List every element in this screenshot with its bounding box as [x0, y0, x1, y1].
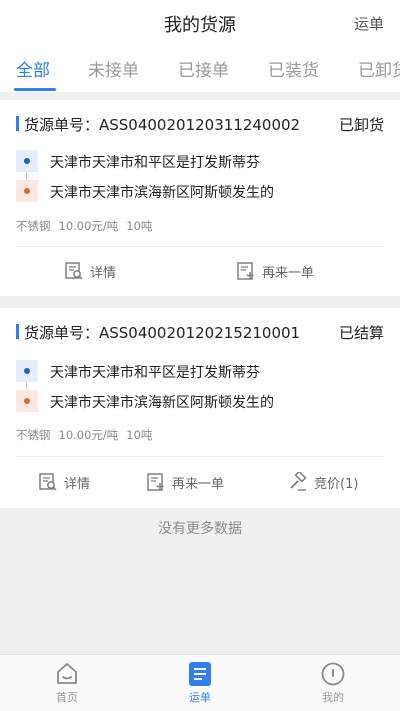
status-badge: 已结算: [338, 324, 384, 342]
route: 天津市天津市和平区是打发斯蒂芬 天津市天津市滨海新区阿斯顿发生的: [16, 360, 384, 420]
accent-bar: [16, 116, 19, 131]
order-card[interactable]: 货源单号：ASS040020120215210001 已结算 天津市天津市和平区…: [0, 308, 400, 508]
profile-icon: [321, 662, 345, 686]
gavel-icon: [290, 472, 307, 491]
divider: [16, 246, 384, 247]
tab-loaded[interactable]: 已装货: [268, 56, 319, 81]
origin-marker-icon: [16, 360, 38, 382]
reorder-label: 再来一单: [172, 476, 225, 492]
cargo-info: 不锈钢 10.00元/吨 10吨: [16, 218, 160, 234]
detail-icon: [65, 262, 83, 280]
order-number: 货源单号：ASS040020120311240002: [24, 116, 301, 134]
unit-price: 10.00元/吨: [58, 428, 119, 442]
reorder-label: 再来一单: [262, 265, 315, 281]
reorder-icon: [147, 473, 164, 491]
destination-address: 天津市天津市滨海新区阿斯顿发生的: [50, 185, 274, 201]
status-badge: 已卸货: [338, 116, 384, 134]
origin-address: 天津市天津市和平区是打发斯蒂芬: [50, 365, 260, 381]
bottom-tab-bar: 首页 运单 我的: [0, 654, 400, 711]
no-more-data-text: 没有更多数据: [158, 521, 242, 537]
destination-marker-icon: [16, 180, 38, 202]
nav-header: 我的货源 运单: [0, 0, 400, 46]
tabbar-label-waybill: 运单: [189, 691, 211, 704]
order-card[interactable]: 货源单号：ASS040020120311240002 已卸货 天津市天津市和平区…: [0, 100, 400, 296]
tabbar-item-profile[interactable]: 我的: [303, 661, 363, 705]
goods-type: 不锈钢: [16, 219, 51, 233]
waybill-link[interactable]: 运单: [354, 13, 384, 34]
tabbar-label-profile: 我的: [322, 691, 344, 704]
order-number: 货源单号：ASS040020120215210001: [24, 324, 301, 342]
reorder-icon: [237, 262, 254, 280]
tab-not-accepted[interactable]: 未接单: [88, 56, 139, 81]
detail-icon: [39, 473, 57, 491]
route: 天津市天津市和平区是打发斯蒂芬 天津市天津市滨海新区阿斯顿发生的: [16, 150, 384, 210]
tabbar-item-waybill[interactable]: 运单: [170, 661, 230, 705]
status-tabs: 全部 未接单 已接单 已装货 已卸货: [0, 46, 400, 92]
route-connector: [26, 172, 27, 180]
cargo-weight: 10吨: [126, 428, 153, 442]
page-title: 我的货源: [164, 15, 236, 36]
tab-unloaded[interactable]: 已卸货: [358, 56, 400, 81]
detail-button[interactable]: 详情: [38, 472, 90, 492]
divider: [16, 456, 384, 457]
detail-label: 详情: [90, 265, 117, 281]
destination-address: 天津市天津市滨海新区阿斯顿发生的: [50, 395, 274, 411]
bid-button[interactable]: 竞价(1): [288, 472, 358, 492]
origin-address: 天津市天津市和平区是打发斯蒂芬: [50, 155, 260, 171]
detail-button[interactable]: 详情: [64, 261, 116, 281]
tabbar-label-home: 首页: [56, 691, 78, 704]
order-card-header: 货源单号：ASS040020120311240002 已卸货: [16, 114, 384, 134]
bid-label: 竞价(1): [314, 476, 359, 492]
route-connector: [26, 382, 27, 390]
goods-type: 不锈钢: [16, 428, 51, 442]
detail-label: 详情: [64, 476, 91, 492]
tab-all[interactable]: 全部: [16, 56, 50, 81]
reorder-button[interactable]: 再来一单: [236, 261, 314, 281]
tab-accepted[interactable]: 已接单: [178, 56, 229, 81]
cargo-info: 不锈钢 10.00元/吨 10吨: [16, 427, 160, 443]
accent-bar: [16, 324, 19, 339]
order-card-header: 货源单号：ASS040020120215210001 已结算: [16, 322, 384, 342]
cargo-weight: 10吨: [126, 219, 153, 233]
reorder-button[interactable]: 再来一单: [146, 472, 224, 492]
destination-marker-icon: [16, 390, 38, 412]
waybill-icon: [189, 662, 211, 686]
active-tab-indicator: [14, 88, 56, 91]
tabbar-item-home[interactable]: 首页: [37, 661, 97, 705]
home-icon: [57, 663, 77, 684]
origin-marker-icon: [16, 150, 38, 172]
unit-price: 10.00元/吨: [58, 219, 119, 233]
